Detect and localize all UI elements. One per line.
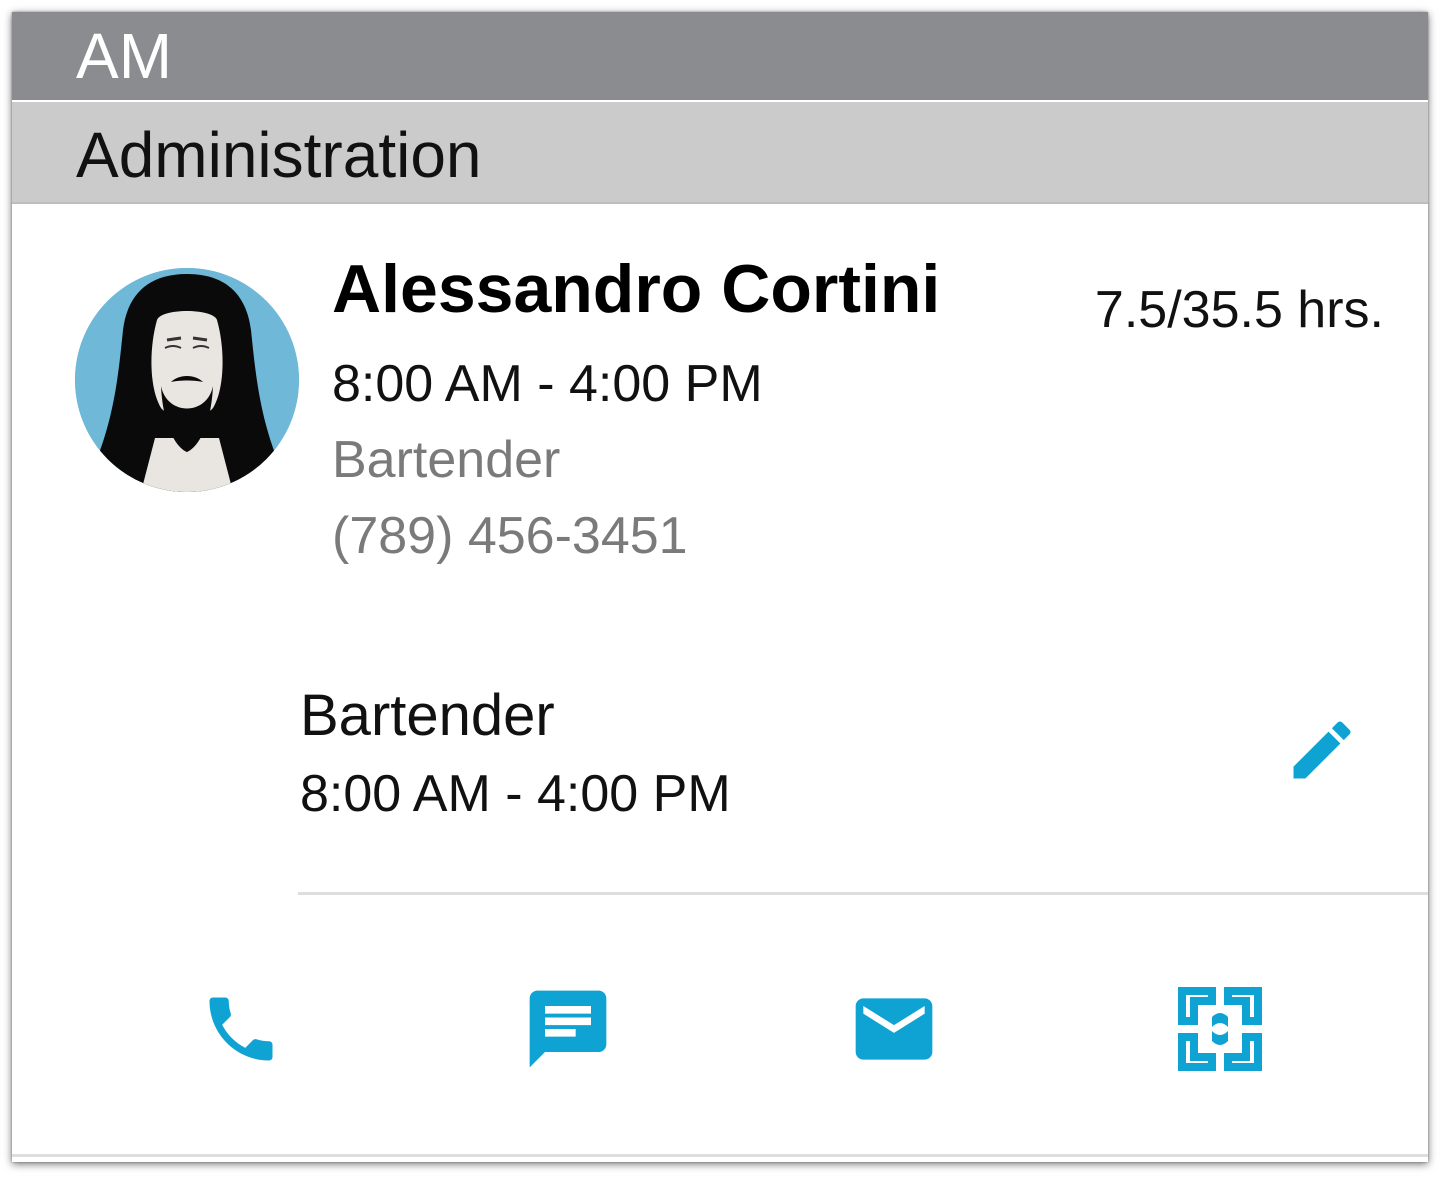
edit-shift-button[interactable]: [1280, 708, 1364, 792]
shift-divider: [298, 892, 1428, 895]
message-icon: [529, 990, 607, 1068]
text-message-button[interactable]: [513, 974, 623, 1084]
department-header: Administration: [12, 102, 1428, 204]
shift-time: 8:00 AM - 4:00 PM: [300, 765, 731, 823]
employee-phone[interactable]: (789) 456-3451: [332, 506, 688, 566]
contact-actions-bar: [12, 974, 1428, 1084]
call-button[interactable]: [186, 974, 296, 1084]
employee-shift-card: AM Administration Alessandro Cortini 7.5…: [12, 12, 1428, 1162]
avatar[interactable]: [75, 268, 299, 492]
card-bottom-divider: [12, 1154, 1428, 1157]
shift-period-header: AM: [12, 12, 1428, 100]
shift-swap-button[interactable]: [1165, 974, 1275, 1084]
email-icon: [855, 998, 933, 1060]
shift-role: Bartender: [300, 683, 555, 748]
department-label: Administration: [76, 119, 482, 191]
employee-name: Alessandro Cortini: [332, 251, 941, 327]
phone-icon: [209, 997, 273, 1061]
avatar-image: [75, 268, 299, 492]
shift-period-label: AM: [76, 20, 172, 92]
exchange-icon: [1178, 987, 1262, 1071]
scheduled-hours: 7.5/35.5 hrs.: [1094, 281, 1384, 339]
email-button[interactable]: [839, 974, 949, 1084]
employee-role: Bartender: [332, 431, 561, 489]
pencil-icon: [1293, 721, 1351, 779]
employee-shift-time: 8:00 AM - 4:00 PM: [332, 355, 763, 413]
